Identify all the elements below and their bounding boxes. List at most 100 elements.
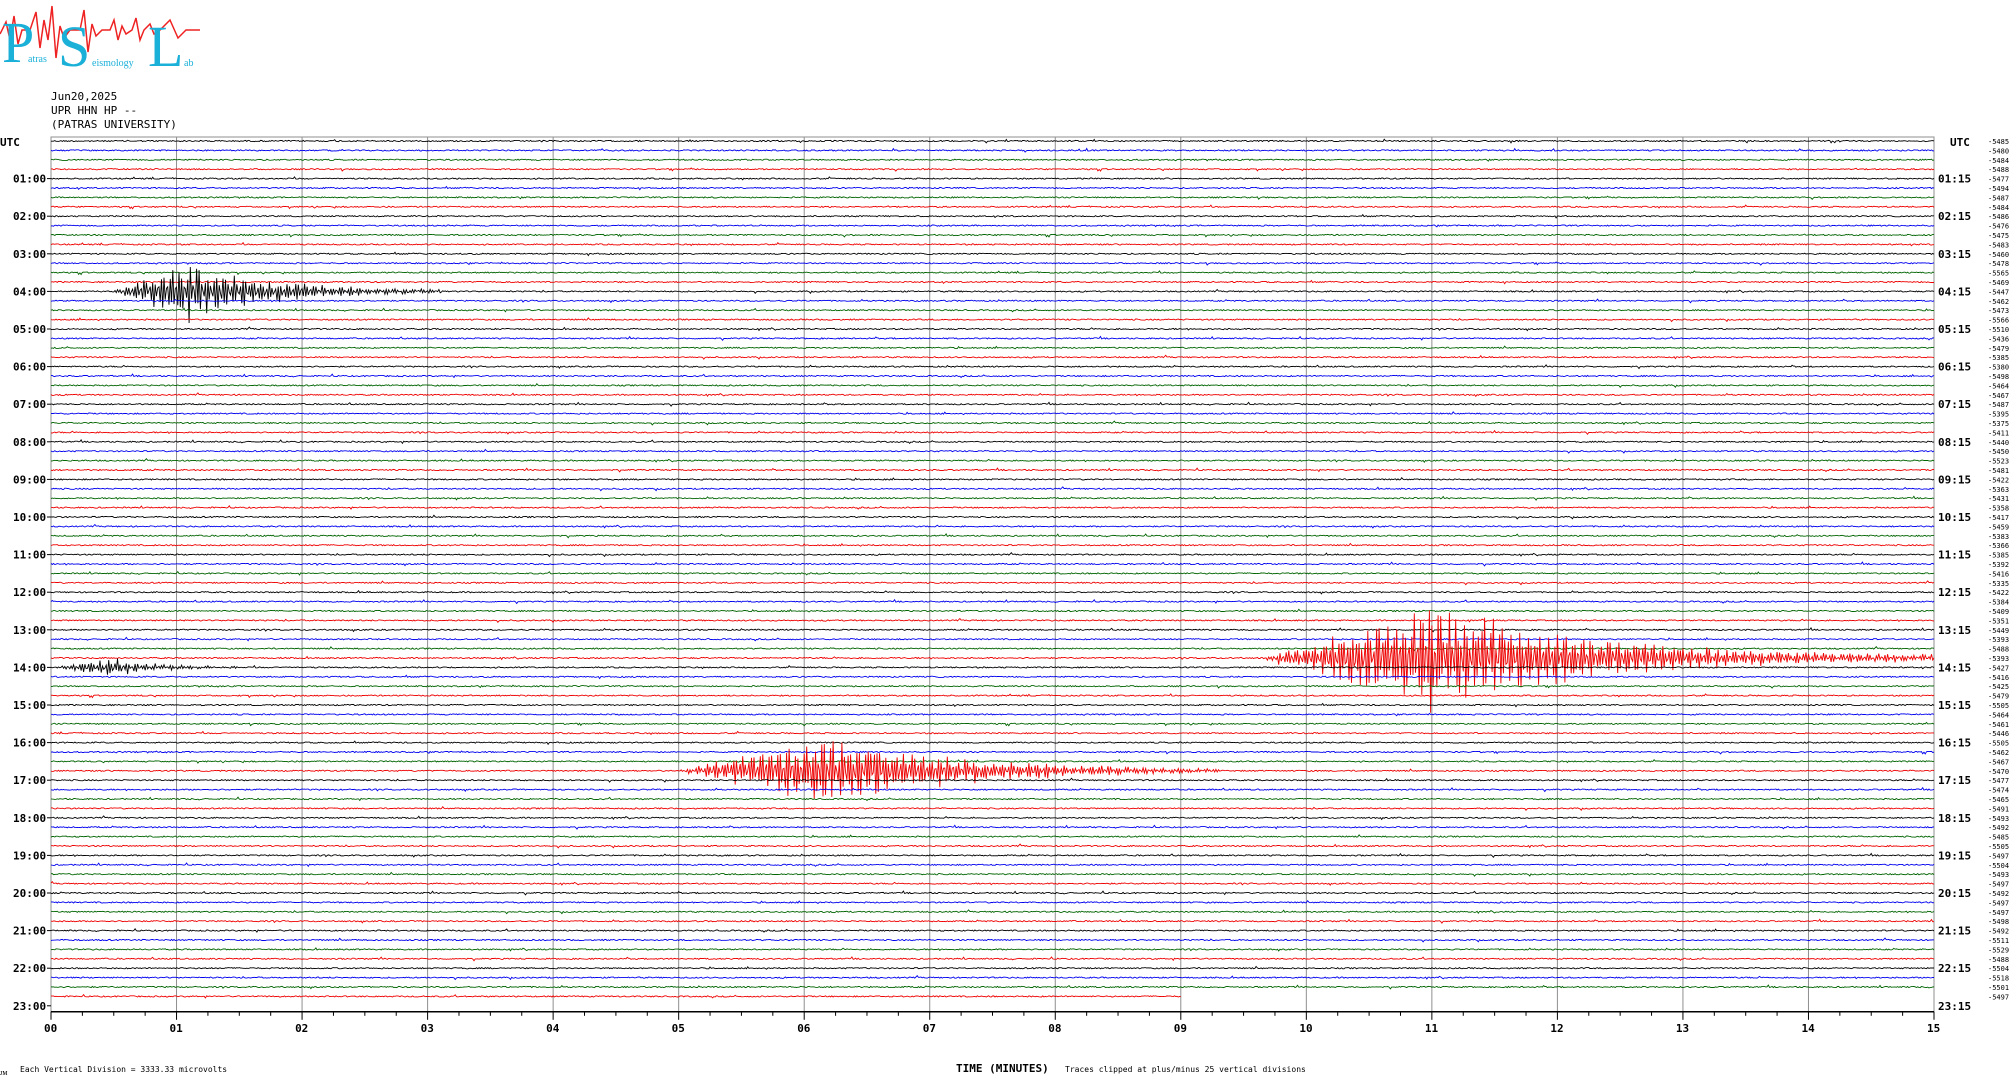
vertical-division-note: Each Vertical Division = 3333.33 microvo… <box>20 1065 227 1074</box>
trace-offset-label: -5479 <box>1988 693 2009 701</box>
trace-offset-label: -5484 <box>1988 157 2009 165</box>
trace-blue <box>50 561 1935 567</box>
trace-green <box>50 796 1935 802</box>
trace-green <box>50 871 1935 877</box>
trace-offset-label: -5392 <box>1988 561 2009 569</box>
trace-blue <box>50 523 1935 529</box>
trace-blue <box>50 937 1935 943</box>
trace-offset-label: -5529 <box>1988 946 2009 954</box>
trace-offset-label: -5383 <box>1988 533 2009 541</box>
trace-red <box>50 610 1935 713</box>
hour-label-left: 03:00 <box>13 248 46 261</box>
trace-offset-label: -5449 <box>1988 627 2009 635</box>
trace-offset-label: -5363 <box>1988 486 2009 494</box>
trace-offset-label: -5501 <box>1988 984 2009 992</box>
trace-offset-label: -5491 <box>1988 805 2009 813</box>
x-tick-label: 09 <box>1174 1022 1187 1035</box>
hour-label-left: 17:00 <box>13 774 46 787</box>
trace-offset-label: -5431 <box>1988 495 2009 503</box>
trace-green <box>51 533 1935 539</box>
trace-blue <box>50 975 1934 981</box>
trace-offset-label: -5366 <box>1988 542 2009 550</box>
trace-offset-label: -5498 <box>1988 373 2009 381</box>
trace-offset-label: -5475 <box>1988 232 2009 240</box>
trace-offset-label: -5464 <box>1988 711 2009 719</box>
x-tick-label: 00 <box>44 1022 57 1035</box>
hour-label-left: 12:00 <box>13 586 46 599</box>
trace-offset-label: -5484 <box>1988 204 2009 212</box>
hour-label-left: 22:00 <box>13 962 46 975</box>
hour-label-right: 12:15 <box>1938 586 1971 599</box>
trace-blue <box>50 298 1935 304</box>
trace-offset-label: -5505 <box>1988 702 2009 710</box>
trace-offset-label: -5505 <box>1988 843 2009 851</box>
trace-green <box>50 420 1935 426</box>
chart-grid <box>47 136 1935 1020</box>
hour-label-right: 11:15 <box>1938 549 1971 562</box>
trace-offset-label: -5488 <box>1988 956 2009 964</box>
trace-offset-label: -5380 <box>1988 364 2009 372</box>
trace-red <box>50 167 1935 172</box>
hour-label-right: 14:15 <box>1938 661 1971 674</box>
chart-labels: UTC UTC TIME (MINUTES) Each Vertical Div… <box>0 136 2009 1077</box>
trace-offset-label: -5498 <box>1988 918 2009 926</box>
trace-green <box>50 947 1935 952</box>
trace-blue <box>50 261 1935 266</box>
trace-black <box>50 815 1935 821</box>
trace-offset-label: -5385 <box>1988 552 2009 560</box>
hour-label-left: 13:00 <box>13 624 46 637</box>
trace-offset-label: -5427 <box>1988 664 2009 672</box>
hour-label-right: 05:15 <box>1938 323 1971 336</box>
hour-label-right: 13:15 <box>1938 624 1971 637</box>
trace-offset-label: -5473 <box>1988 307 2009 315</box>
trace-red <box>50 542 1934 547</box>
hour-label-left: 21:00 <box>13 925 46 938</box>
hour-label-left: 06:00 <box>13 361 46 374</box>
trace-blue <box>50 899 1935 904</box>
x-tick-label: 07 <box>923 1022 936 1035</box>
x-tick-label: 11 <box>1425 1022 1439 1035</box>
trace-offset-label: -5497 <box>1988 881 2009 889</box>
trace-green <box>50 834 1935 839</box>
trace-offset-label: -5518 <box>1988 975 2009 983</box>
trace-offset-label: -5493 <box>1988 871 2009 879</box>
trace-offset-label: -5493 <box>1988 815 2009 823</box>
trace-black <box>50 439 1935 445</box>
trace-green <box>50 458 1935 463</box>
hour-label-right: 17:15 <box>1938 774 1971 787</box>
x-tick-label: 14 <box>1801 1022 1815 1035</box>
chart-traces <box>50 138 1935 999</box>
trace-offset-label: -5462 <box>1988 749 2009 757</box>
hour-label-left: 05:00 <box>13 323 46 336</box>
trace-blue <box>50 750 1935 755</box>
hour-label-right: 01:15 <box>1938 173 1971 186</box>
left-axis-title: UTC <box>0 136 20 149</box>
trace-blue <box>50 598 1935 605</box>
trace-black <box>51 476 1935 481</box>
hour-label-left: 01:00 <box>13 173 46 186</box>
trace-offset-label: -5485 <box>1988 138 2009 146</box>
trace-red <box>50 993 1181 999</box>
x-tick-label: 05 <box>672 1022 685 1035</box>
hour-label-right: 03:15 <box>1938 248 1971 261</box>
right-axis-title: UTC <box>1950 136 1970 149</box>
trace-red <box>50 354 1935 360</box>
trace-black <box>50 852 1935 859</box>
trace-red <box>50 741 1935 800</box>
hour-label-right: 20:15 <box>1938 887 1971 900</box>
trace-blue <box>50 373 1935 379</box>
corner-mark: ᴊᴍ <box>0 1068 7 1077</box>
trace-green <box>50 345 1935 350</box>
trace-offset-label: -5375 <box>1988 420 2009 428</box>
hour-label-left: 19:00 <box>13 849 46 862</box>
x-tick-label: 08 <box>1048 1022 1061 1035</box>
hour-label-right: 10:15 <box>1938 511 1971 524</box>
trace-black <box>51 589 1935 595</box>
trace-offset-label: -5479 <box>1988 345 2009 353</box>
hour-label-left: 09:00 <box>13 473 46 486</box>
trace-offset-label: -5477 <box>1988 777 2009 785</box>
trace-blue <box>50 824 1935 830</box>
trace-offset-label: -5477 <box>1988 176 2009 184</box>
trace-red <box>50 843 1935 849</box>
trace-offset-label: -5485 <box>1988 834 2009 842</box>
